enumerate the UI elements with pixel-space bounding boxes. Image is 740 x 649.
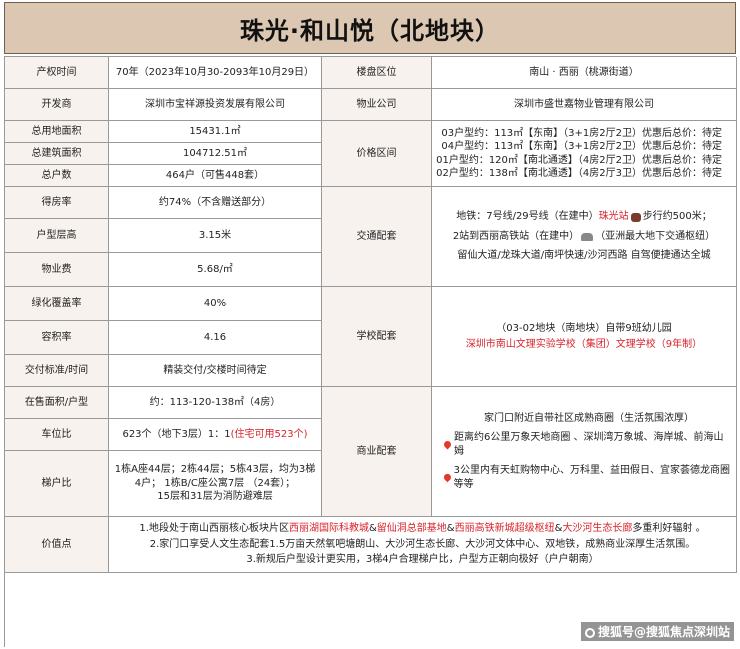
value-commerce: 家门口附近自带社区成熟商圈（生活氛围浓厚） 距离约6公里万象天地商圈 、深圳湾万… <box>432 387 737 517</box>
price-line: 04户型约：113㎡【东南】（3+1房2厅2卫）优惠后总价：待定 <box>441 141 722 152</box>
label-green-rate: 绿化覆盖率 <box>5 287 109 321</box>
highlight-keyword: 留仙洞总部基地 <box>376 523 447 535</box>
commerce-line-pin: 距离约6公里万象天地商圈 、深圳湾万象城、海岸城、前海山姆 <box>442 431 733 458</box>
parking-count: 623个（地下3层）1：1 <box>122 428 231 440</box>
elevator-line: 1栋A座44层；2栋44层；5栋43层，均为3梯 <box>114 464 316 476</box>
label-commerce: 商业配套 <box>322 387 432 517</box>
commerce-line-pin: 3公里内有天虹购物中心、万科里、益田假日、宜家荟德龙商圈等等 <box>442 464 733 491</box>
label-property-company: 物业公司 <box>322 89 432 121</box>
label-delivery: 交付标准/时间 <box>5 355 109 387</box>
metro-icon <box>630 212 641 222</box>
location-pin-icon <box>442 472 453 483</box>
value-point-text: & <box>368 523 377 535</box>
page-title: 珠光·和山悦（北地块） <box>4 2 736 54</box>
metro-station: 珠光站 <box>598 211 629 223</box>
label-plot-ratio: 容积率 <box>5 321 109 355</box>
highlight-keyword: 西丽湖国际科教城 <box>288 523 369 535</box>
label-traffic: 交通配套 <box>322 187 432 287</box>
label-land-area: 总用地面积 <box>5 121 109 143</box>
highlight-keyword: 大沙河生态长廊 <box>562 523 633 535</box>
value-land-area: 15431.1㎡ <box>109 121 322 143</box>
metro-walk: 步行约500米； <box>642 211 712 223</box>
price-line: 03户型约：113㎡【东南】（3+1房2厅2卫）优惠后总价：待定 <box>441 127 722 139</box>
property-info-sheet: 珠光·和山悦（北地块） 产权时间 70年（2023年10月30-2093年10月… <box>0 0 740 649</box>
value-plot-ratio: 4.16 <box>109 321 322 355</box>
value-parking: 623个（地下3层）1：1 (住宅可用523个) <box>109 419 322 451</box>
watermark: 搜狐号@搜狐焦点深圳站 <box>580 622 734 641</box>
traffic-metro-line: 地铁：7号线/29号线（在建中） 珠光站 步行约500米； <box>456 210 712 224</box>
value-points: 1.地段处于南山西丽核心板块片区西丽湖国际科教城&留仙洞总部基地&西丽高铁新城超… <box>109 517 737 573</box>
commerce-line: 家门口附近自带社区成熟商圈（生活氛围浓厚） <box>484 412 694 424</box>
value-point-text: & <box>446 523 455 535</box>
value-point-2: 2.家门口享受人文生态配套1.5万亩天然氧吧塘朗山、大沙河生态长廊、大沙河文体中… <box>149 538 696 550</box>
value-property-company: 深圳市盛世嘉物业管理有限公司 <box>432 89 737 121</box>
school-line: （03-02地块（南地块）自带9班幼儿园 <box>496 322 672 334</box>
commerce-text: 距离约6公里万象天地商圈 、深圳湾万象城、海岸城、前海山姆 <box>453 432 724 457</box>
label-on-sale: 在售面积/户型 <box>5 387 109 419</box>
label-households: 总户数 <box>5 165 109 187</box>
value-delivery: 精装交付/交楼时间待定 <box>109 355 322 387</box>
value-location: 南山 · 西丽（桃源街道） <box>432 57 737 89</box>
label-parking: 车位比 <box>5 419 109 451</box>
label-elevator: 梯户比 <box>5 451 109 517</box>
rail-text: 2站到西丽高铁站（在建中） <box>452 230 580 242</box>
value-efficiency: 约74%（不含赠送部分） <box>109 187 322 219</box>
value-green-rate: 40% <box>109 287 322 321</box>
price-line: 01户型约：120㎡【南北通透】（4房2厅2卫）优惠后总价：待定 <box>436 154 722 166</box>
elevator-line: 4户； 1栋B/C座公寓7层 （24套）； <box>134 477 296 489</box>
traffic-rail-line: 2站到西丽高铁站（在建中） （亚洲最大地下交通枢纽） <box>453 230 715 244</box>
value-price-range: 03户型约：113㎡【东南】（3+1房2厅2卫）优惠后总价：待定 04户型约：1… <box>432 121 737 187</box>
label-price-range: 价格区间 <box>322 121 432 187</box>
value-floor-height: 3.15米 <box>109 219 322 253</box>
label-location: 楼盘区位 <box>322 57 432 89</box>
sohu-logo-icon <box>584 627 595 638</box>
commerce-text: 3公里内有天虹购物中心、万科里、益田假日、宜家荟德龙商圈等等 <box>453 465 730 490</box>
label-efficiency: 得房率 <box>5 187 109 219</box>
value-point-text: 1.地段处于南山西丽核心板块片区 <box>139 523 289 535</box>
parking-residential: (住宅可用523个) <box>230 428 308 440</box>
label-developer: 开发商 <box>5 89 109 121</box>
label-school: 学校配套 <box>322 287 432 387</box>
price-line: 02户型约：138㎡【南北通透】（4房2厅3卫）优惠后总价：待定 <box>436 168 722 179</box>
traffic-roads: 留仙大道/龙珠大道/南坪快速/沙河西路 自驾便捷通达全城 <box>457 250 711 262</box>
value-elevator: 1栋A座44层；2栋44层；5栋43层，均为3梯 4户； 1栋B/C座公寓7层 … <box>109 451 322 517</box>
value-building-area: 104712.51㎡ <box>109 143 322 165</box>
school-line-highlight: 深圳市南山文理实验学校（集团）文理学校（9年制） <box>465 339 703 350</box>
metro-text: 地铁：7号线/29号线（在建中） <box>456 211 599 223</box>
elevator-line: 15层和31层为消防避难层 <box>157 491 273 503</box>
label-value-points: 价值点 <box>5 517 109 573</box>
info-table: 产权时间 70年（2023年10月30-2093年10月29日） 楼盘区位 南山… <box>4 56 737 647</box>
value-point-1: 1.地段处于南山西丽核心板块片区西丽湖国际科教城&留仙洞总部基地&西丽高铁新城超… <box>139 521 705 537</box>
value-households: 464户（可售448套） <box>109 165 322 187</box>
train-icon <box>581 232 594 241</box>
label-property-fee: 物业费 <box>5 253 109 287</box>
value-school: （03-02地块（南地块）自带9班幼儿园 深圳市南山文理实验学校（集团）文理学校… <box>432 287 737 387</box>
value-property-fee: 5.68/㎡ <box>109 253 322 287</box>
label-building-area: 总建筑面积 <box>5 143 109 165</box>
watermark-text: 搜狐号@搜狐焦点深圳站 <box>597 625 730 639</box>
value-point-text: 多重利好辐射 。 <box>632 523 706 535</box>
rail-note: （亚洲最大地下交通枢纽） <box>595 230 716 242</box>
label-floor-height: 户型层高 <box>5 219 109 253</box>
value-property-rights: 70年（2023年10月30-2093年10月29日） <box>109 57 322 89</box>
label-property-rights: 产权时间 <box>5 57 109 89</box>
value-point-3: 3.新规后户型设计更实用，3梯4户合理梯户比，户型方正朝向极好（户户朝南） <box>246 554 599 566</box>
value-on-sale: 约：113-120-138㎡（4房） <box>109 387 322 419</box>
value-developer: 深圳市宝祥源投资发展有限公司 <box>109 89 322 121</box>
value-traffic: 地铁：7号线/29号线（在建中） 珠光站 步行约500米； 2站到西丽高铁站（在… <box>432 187 737 287</box>
location-pin-icon <box>442 439 453 450</box>
highlight-keyword: 西丽高铁新城超级枢纽 <box>454 523 555 535</box>
